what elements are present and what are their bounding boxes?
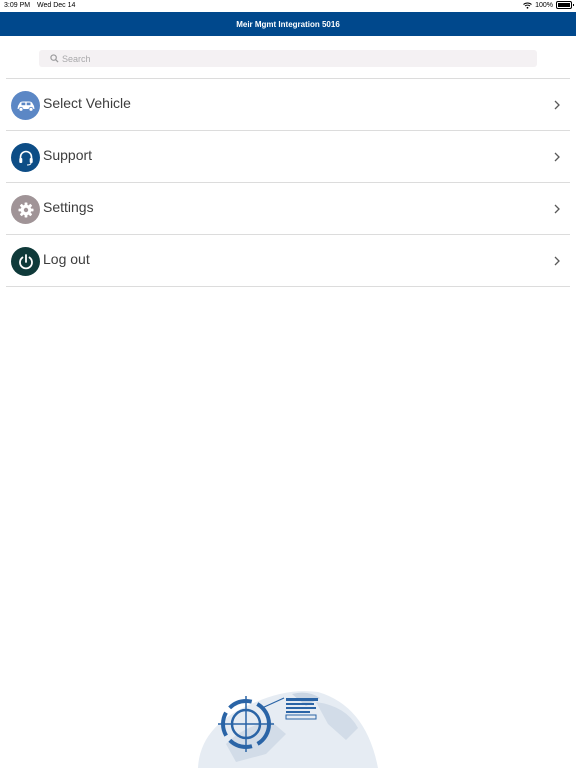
menu-item-settings[interactable]: Settings xyxy=(6,183,570,235)
menu-item-label: Log out xyxy=(43,251,90,267)
chevron-right-icon xyxy=(554,100,560,110)
car-icon xyxy=(11,91,40,120)
chevron-right-icon xyxy=(554,204,560,214)
globe-logo-icon xyxy=(198,691,378,768)
menu-item-log-out[interactable]: Log out xyxy=(6,235,570,287)
status-time: 3:09 PM xyxy=(4,2,31,9)
menu-item-select-vehicle[interactable]: Select Vehicle xyxy=(6,79,570,131)
search-input[interactable] xyxy=(62,53,462,64)
search-icon xyxy=(50,54,59,63)
battery-percent: 100% xyxy=(535,1,553,9)
status-bar: 3:09 PM Wed Dec 14 100% xyxy=(0,0,576,12)
menu-list: Select Vehicle Support Settings Log out xyxy=(6,78,570,287)
menu-item-label: Support xyxy=(43,147,93,163)
status-date: Wed Dec 14 xyxy=(37,2,76,9)
chevron-right-icon xyxy=(554,256,560,266)
menu-item-support[interactable]: Support xyxy=(6,131,570,183)
chevron-right-icon xyxy=(554,152,560,162)
gear-icon xyxy=(11,195,40,224)
nav-title: Meir Mgmt Integration 5016 xyxy=(236,19,340,29)
headset-icon xyxy=(11,143,40,172)
wifi-icon xyxy=(523,2,532,9)
battery-icon xyxy=(556,1,574,9)
status-right: 100% xyxy=(523,1,574,9)
nav-bar: Meir Mgmt Integration 5016 xyxy=(0,12,576,36)
power-icon xyxy=(11,247,40,276)
menu-item-label: Settings xyxy=(43,199,94,215)
search-bar[interactable] xyxy=(39,50,537,67)
menu-item-label: Select Vehicle xyxy=(43,95,131,111)
